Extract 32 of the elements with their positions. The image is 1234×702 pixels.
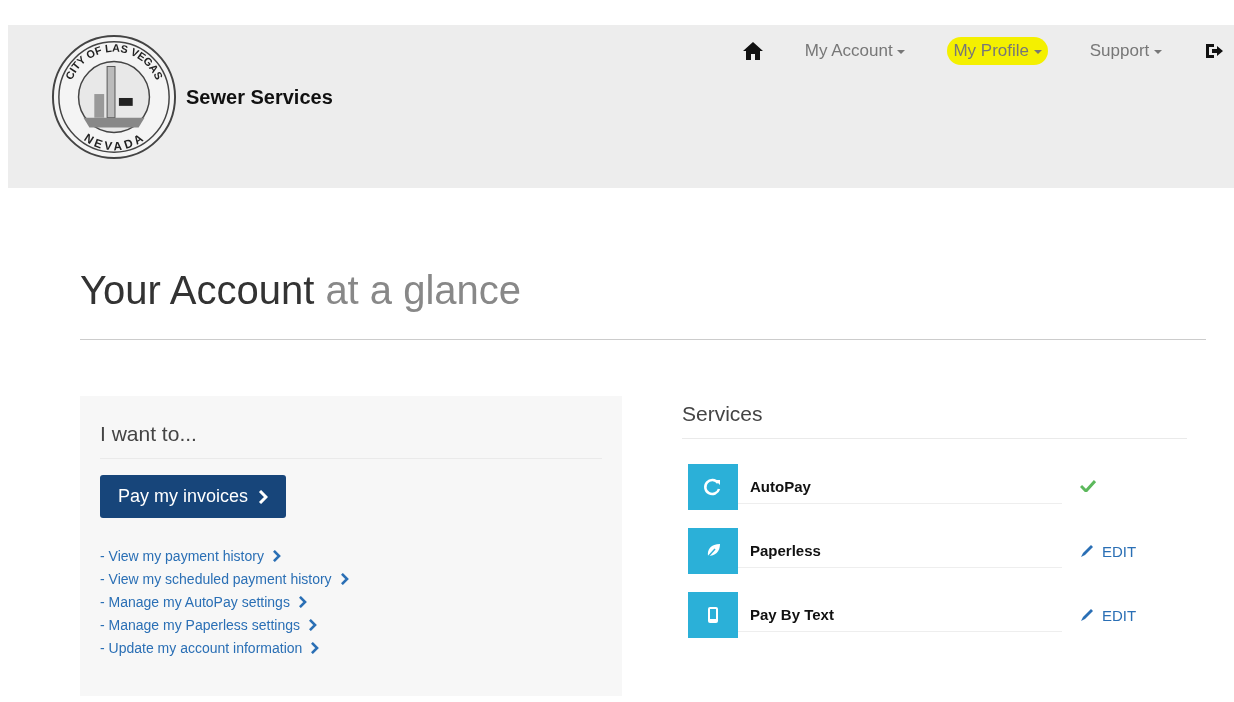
chevron-icon	[308, 618, 317, 631]
leaf-icon	[688, 528, 738, 574]
home-icon[interactable]	[742, 42, 763, 60]
nav-menu-item[interactable]: My Profile	[947, 37, 1048, 65]
pencil-icon	[1080, 544, 1094, 558]
chevron-icon	[310, 641, 320, 654]
page-title: Your Account at a glance	[80, 268, 1206, 340]
chevron-icon	[339, 572, 349, 585]
account-link[interactable]: - Update my account information	[100, 639, 303, 656]
account-link[interactable]: - View my scheduled payment history	[100, 570, 332, 587]
chevron-icon	[297, 595, 307, 608]
pay-invoices-button[interactable]: Pay my invoices	[100, 475, 287, 518]
check-icon	[1080, 480, 1096, 492]
chevron-icon	[271, 549, 281, 562]
services-heading: Services	[682, 396, 1187, 439]
refresh-icon	[688, 464, 738, 510]
account-link[interactable]: - View my payment history	[100, 547, 264, 564]
nav-menu-item[interactable]: Support	[1083, 37, 1168, 65]
phone-icon	[688, 592, 738, 638]
account-link[interactable]: - Manage my AutoPay settings	[100, 593, 290, 610]
edit-link[interactable]: EDIT	[1080, 542, 1137, 560]
service-name: Pay By Text	[738, 598, 1062, 632]
pencil-icon	[1080, 608, 1094, 622]
service-name: AutoPay	[738, 470, 1062, 504]
logout-icon[interactable]	[1204, 42, 1224, 60]
account-link[interactable]: - Manage my Paperless settings	[100, 616, 300, 633]
nav-menu-item[interactable]: My Account	[798, 37, 912, 65]
chevron-icon	[258, 489, 269, 504]
panel-heading: I want to...	[100, 416, 602, 459]
service-name: Paperless	[738, 534, 1062, 568]
site-name: Sewer Services	[186, 85, 333, 109]
edit-link[interactable]: EDIT	[1080, 606, 1137, 624]
